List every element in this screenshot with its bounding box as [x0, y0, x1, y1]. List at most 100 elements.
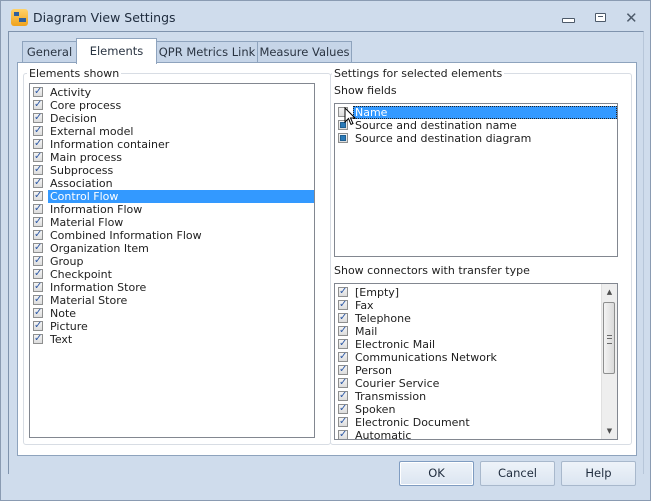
- elements-tab-panel: Elements shown ActivityCore processDecis…: [17, 62, 637, 456]
- connector-list-item[interactable]: Fax: [335, 298, 601, 312]
- element-list-item[interactable]: Note: [30, 306, 314, 320]
- checkbox[interactable]: [33, 293, 43, 306]
- element-list-item[interactable]: Decision: [30, 111, 314, 125]
- settings-label: Settings for selected elements: [332, 67, 505, 80]
- element-list-item[interactable]: Material Store: [30, 293, 314, 307]
- item-label: External model: [50, 125, 134, 138]
- checkbox[interactable]: [338, 285, 348, 298]
- checkbox[interactable]: [33, 254, 43, 267]
- checkbox[interactable]: [33, 215, 43, 228]
- connectors-scrollbar[interactable]: ▲ ▼: [601, 284, 617, 439]
- connector-list-item[interactable]: Electronic Mail: [335, 337, 601, 351]
- connector-list-item[interactable]: Automatic: [335, 428, 601, 439]
- checkbox[interactable]: [338, 428, 348, 439]
- checkbox[interactable]: [338, 350, 348, 363]
- checkbox[interactable]: [33, 306, 43, 319]
- element-list-item[interactable]: Main process: [30, 150, 314, 164]
- element-list-item[interactable]: Control Flow: [30, 189, 314, 203]
- connector-list-item[interactable]: Communications Network: [335, 350, 601, 364]
- connector-list-item[interactable]: Mail: [335, 324, 601, 338]
- checkbox[interactable]: [33, 137, 43, 150]
- elements-shown-list[interactable]: ActivityCore processDecisionExternal mod…: [29, 83, 315, 438]
- checkbox[interactable]: [33, 98, 43, 111]
- checkbox[interactable]: [33, 176, 43, 189]
- field-list-item[interactable]: Name: [335, 106, 617, 119]
- element-list-item[interactable]: Activity: [30, 85, 314, 99]
- element-list-item[interactable]: Material Flow: [30, 215, 314, 229]
- close-button[interactable]: ✕: [623, 9, 643, 27]
- connector-list-item[interactable]: Person: [335, 363, 601, 377]
- help-button[interactable]: Help: [561, 461, 636, 486]
- checkbox[interactable]: [33, 85, 43, 98]
- show-fields-list[interactable]: Name Source and destination name Source an…: [334, 103, 618, 257]
- connectors-list[interactable]: [Empty]FaxTelephoneMailElectronic MailCo…: [334, 283, 618, 440]
- scroll-thumb[interactable]: [603, 302, 615, 374]
- element-list-item[interactable]: Text: [30, 332, 314, 346]
- checkbox[interactable]: [33, 228, 43, 241]
- element-list-item[interactable]: Association: [30, 176, 314, 190]
- connector-list-item[interactable]: Transmission: [335, 389, 601, 403]
- item-label: Organization Item: [50, 242, 149, 255]
- item-label: Material Flow: [50, 216, 124, 229]
- item-label: Decision: [50, 112, 97, 125]
- connector-list-item[interactable]: Courier Service: [335, 376, 601, 390]
- checkbox[interactable]: [33, 332, 43, 345]
- tab-general[interactable]: General: [22, 41, 77, 63]
- connector-list-item[interactable]: Telephone: [335, 311, 601, 325]
- item-label: Picture: [50, 320, 88, 333]
- connector-list-item[interactable]: Spoken: [335, 402, 601, 416]
- item-label: Control Flow: [48, 190, 314, 203]
- tab-qpr-metrics-link[interactable]: QPR Metrics Link: [156, 41, 258, 63]
- checkbox[interactable]: [33, 163, 43, 176]
- checkbox[interactable]: [33, 189, 43, 202]
- minimize-button[interactable]: [559, 10, 579, 26]
- checkbox[interactable]: [33, 202, 43, 215]
- scroll-up-arrow-icon[interactable]: ▲: [602, 285, 617, 299]
- cancel-button[interactable]: Cancel: [480, 461, 555, 486]
- element-list-item[interactable]: Information Flow: [30, 202, 314, 216]
- item-label: Core process: [50, 99, 122, 112]
- checkbox[interactable]: [338, 298, 348, 311]
- tab-elements[interactable]: Elements: [76, 38, 157, 64]
- field-list-item[interactable]: Source and destination name: [335, 119, 617, 132]
- checkbox[interactable]: [338, 415, 348, 428]
- ok-button[interactable]: OK: [399, 461, 474, 486]
- checkbox[interactable]: [338, 133, 348, 143]
- checkbox[interactable]: [338, 311, 348, 324]
- connectors-label: Show connectors with transfer type: [332, 264, 532, 277]
- item-label: Information Store: [50, 281, 147, 294]
- element-list-item[interactable]: Core process: [30, 98, 314, 112]
- connector-list-item[interactable]: [Empty]: [335, 285, 601, 299]
- checkbox[interactable]: [33, 111, 43, 124]
- element-list-item[interactable]: Information Store: [30, 280, 314, 294]
- maximize-button[interactable]: [591, 10, 611, 26]
- item-label: Courier Service: [355, 377, 440, 390]
- element-list-item[interactable]: Combined Information Flow: [30, 228, 314, 242]
- checkbox[interactable]: [338, 376, 348, 389]
- element-list-item[interactable]: External model: [30, 124, 314, 138]
- checkbox[interactable]: [33, 124, 43, 137]
- connector-list-item[interactable]: Electronic Document: [335, 415, 601, 429]
- checkbox[interactable]: [338, 389, 348, 402]
- checkbox[interactable]: [338, 337, 348, 350]
- checkbox[interactable]: [33, 150, 43, 163]
- checkbox[interactable]: [33, 241, 43, 254]
- element-list-item[interactable]: Group: [30, 254, 314, 268]
- element-list-item[interactable]: Subprocess: [30, 163, 314, 177]
- field-list-item[interactable]: Source and destination diagram: [335, 132, 617, 145]
- item-label: Combined Information Flow: [50, 229, 202, 242]
- checkbox[interactable]: [338, 363, 348, 376]
- element-list-item[interactable]: Picture: [30, 319, 314, 333]
- element-list-item[interactable]: Information container: [30, 137, 314, 151]
- checkbox[interactable]: [33, 280, 43, 293]
- element-list-item[interactable]: Checkpoint: [30, 267, 314, 281]
- title-bar[interactable]: Diagram View Settings ✕: [1, 1, 650, 35]
- checkbox[interactable]: [33, 319, 43, 332]
- scroll-down-arrow-icon[interactable]: ▼: [602, 424, 617, 438]
- tab-measure-values[interactable]: Measure Values: [257, 41, 352, 63]
- checkbox[interactable]: [338, 402, 348, 415]
- checkbox[interactable]: [338, 324, 348, 337]
- element-list-item[interactable]: Organization Item: [30, 241, 314, 255]
- checkbox[interactable]: [33, 267, 43, 280]
- item-label: Source and destination diagram: [355, 132, 532, 145]
